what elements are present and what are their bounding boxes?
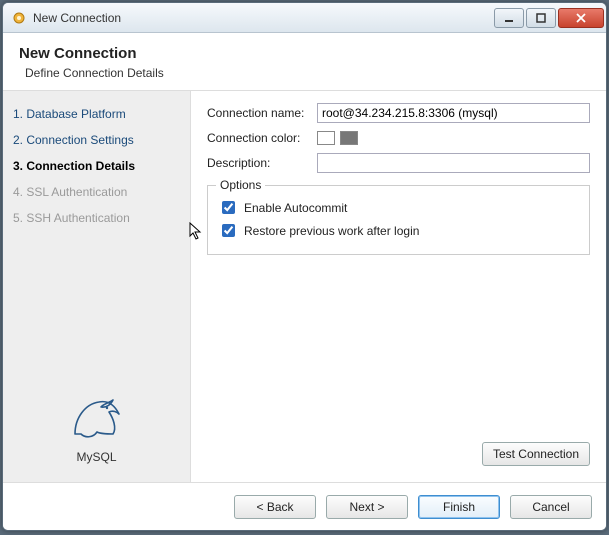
step-ssl-authentication: 4. SSL Authentication bbox=[3, 179, 190, 205]
maximize-button[interactable] bbox=[526, 8, 556, 28]
restore-previous-checkbox[interactable] bbox=[222, 224, 235, 237]
color-swatches bbox=[317, 131, 358, 145]
connection-name-input[interactable] bbox=[317, 103, 590, 123]
form-panel: Connection name: Connection color: Descr… bbox=[191, 91, 606, 482]
page-title: New Connection bbox=[19, 45, 590, 62]
cancel-button[interactable]: Cancel bbox=[510, 495, 592, 519]
app-icon bbox=[11, 10, 27, 26]
options-legend: Options bbox=[216, 178, 265, 192]
window-controls bbox=[494, 8, 604, 28]
step-connection-details[interactable]: 3. Connection Details bbox=[3, 153, 190, 179]
color-swatch-none[interactable] bbox=[317, 131, 335, 145]
row-description: Description: bbox=[207, 153, 590, 173]
db-name-label: MySQL bbox=[3, 450, 190, 464]
dialog-footer: < Back Next > Finish Cancel bbox=[3, 482, 606, 530]
db-identity: MySQL bbox=[3, 378, 190, 482]
window-title: New Connection bbox=[33, 11, 494, 25]
step-database-platform[interactable]: 1. Database Platform bbox=[3, 101, 190, 127]
dolphin-icon bbox=[67, 394, 127, 444]
description-input[interactable] bbox=[317, 153, 590, 173]
restore-previous-label: Restore previous work after login bbox=[244, 224, 419, 238]
connection-color-label: Connection color: bbox=[207, 131, 317, 145]
test-connection-row: Test Connection bbox=[207, 442, 590, 472]
row-connection-name: Connection name: bbox=[207, 103, 590, 123]
next-button[interactable]: Next > bbox=[326, 495, 408, 519]
titlebar[interactable]: New Connection bbox=[3, 3, 606, 33]
close-button[interactable] bbox=[558, 8, 604, 28]
enable-autocommit-label: Enable Autocommit bbox=[244, 201, 347, 215]
connection-name-label: Connection name: bbox=[207, 106, 317, 120]
page-subtitle: Define Connection Details bbox=[25, 66, 590, 80]
row-connection-color: Connection color: bbox=[207, 131, 590, 145]
row-restore-previous: Restore previous work after login bbox=[218, 221, 579, 240]
wizard-sidebar: 1. Database Platform 2. Connection Setti… bbox=[3, 91, 191, 482]
options-group: Options Enable Autocommit Restore previo… bbox=[207, 185, 590, 255]
test-connection-button[interactable]: Test Connection bbox=[482, 442, 590, 466]
step-connection-settings[interactable]: 2. Connection Settings bbox=[3, 127, 190, 153]
color-swatch-grey[interactable] bbox=[340, 131, 358, 145]
dialog-header: New Connection Define Connection Details bbox=[3, 33, 606, 91]
row-enable-autocommit: Enable Autocommit bbox=[218, 198, 579, 217]
dialog-window: New Connection New Connection Define Con… bbox=[2, 2, 607, 531]
dialog-body: 1. Database Platform 2. Connection Setti… bbox=[3, 91, 606, 482]
description-label: Description: bbox=[207, 156, 317, 170]
back-button[interactable]: < Back bbox=[234, 495, 316, 519]
step-ssh-authentication: 5. SSH Authentication bbox=[3, 205, 190, 231]
enable-autocommit-checkbox[interactable] bbox=[222, 201, 235, 214]
minimize-button[interactable] bbox=[494, 8, 524, 28]
finish-button[interactable]: Finish bbox=[418, 495, 500, 519]
